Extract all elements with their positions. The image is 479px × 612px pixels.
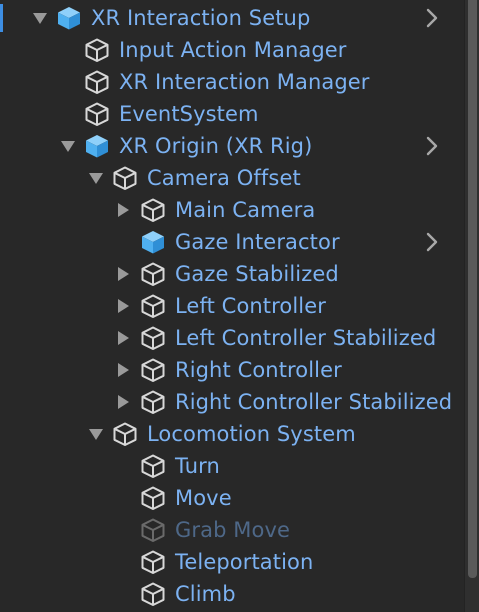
gameobject-cube-icon bbox=[112, 165, 138, 191]
hierarchy-item-label: XR Interaction Setup bbox=[91, 6, 311, 30]
hierarchy-item[interactable]: Left Controller bbox=[0, 290, 466, 322]
gameobject-cube-icon bbox=[140, 549, 166, 575]
hierarchy-item[interactable]: Locomotion System bbox=[0, 418, 466, 450]
vertical-scrollbar[interactable] bbox=[464, 0, 479, 612]
open-prefab-chevron-icon[interactable] bbox=[420, 230, 444, 254]
gameobject-cube-icon bbox=[140, 325, 166, 351]
hierarchy-item[interactable]: Gaze Interactor bbox=[0, 226, 466, 258]
hierarchy-item[interactable]: Right Controller Stabilized bbox=[0, 386, 466, 418]
hierarchy-item-label: Camera Offset bbox=[147, 166, 301, 190]
hierarchy-item-label: Teleportation bbox=[175, 550, 314, 574]
hierarchy-item[interactable]: XR Interaction Setup bbox=[0, 2, 466, 34]
hierarchy-panel: XR Interaction Setup Input Action Manager… bbox=[0, 0, 479, 612]
hierarchy-item-label: Left Controller bbox=[175, 294, 326, 318]
hierarchy-item[interactable]: Right Controller bbox=[0, 354, 466, 386]
gameobject-cube-icon bbox=[140, 357, 166, 383]
foldout-collapsed-arrow-icon[interactable] bbox=[118, 363, 129, 377]
foldout-expanded-arrow-icon[interactable] bbox=[61, 141, 75, 152]
open-prefab-chevron-icon[interactable] bbox=[420, 6, 444, 30]
gameobject-cube-icon bbox=[140, 453, 166, 479]
gameobject-cube-icon bbox=[140, 485, 166, 511]
open-prefab-chevron-icon[interactable] bbox=[420, 134, 444, 158]
gameobject-cube-icon bbox=[140, 261, 166, 287]
hierarchy-item-label: Right Controller bbox=[175, 358, 342, 382]
hierarchy-item[interactable]: Main Camera bbox=[0, 194, 466, 226]
hierarchy-item-label: Gaze Stabilized bbox=[175, 262, 339, 286]
foldout-expanded-arrow-icon[interactable] bbox=[89, 173, 103, 184]
hierarchy-item-label: Left Controller Stabilized bbox=[175, 326, 437, 350]
hierarchy-item[interactable]: XR Interaction Manager bbox=[0, 66, 466, 98]
gameobject-cube-icon bbox=[84, 101, 110, 127]
hierarchy-item-label: XR Interaction Manager bbox=[119, 70, 370, 94]
foldout-expanded-arrow-icon[interactable] bbox=[89, 429, 103, 440]
scrollbar-thumb[interactable] bbox=[468, 0, 477, 578]
hierarchy-item[interactable]: Camera Offset bbox=[0, 162, 466, 194]
gameobject-cube-icon bbox=[140, 581, 166, 607]
hierarchy-item[interactable]: XR Origin (XR Rig) bbox=[0, 130, 466, 162]
gameobject-cube-icon bbox=[140, 197, 166, 223]
gameobject-cube-icon bbox=[112, 421, 138, 447]
hierarchy-item[interactable]: Left Controller Stabilized bbox=[0, 322, 466, 354]
gameobject-cube-icon bbox=[140, 389, 166, 415]
hierarchy-item[interactable]: Turn bbox=[0, 450, 466, 482]
foldout-collapsed-arrow-icon[interactable] bbox=[118, 299, 129, 313]
hierarchy-item[interactable]: Climb bbox=[0, 578, 466, 610]
hierarchy-item-label: Main Camera bbox=[175, 198, 316, 222]
hierarchy-item[interactable]: Input Action Manager bbox=[0, 34, 466, 66]
hierarchy-item-label: Move bbox=[175, 486, 232, 510]
foldout-expanded-arrow-icon[interactable] bbox=[33, 13, 47, 24]
hierarchy-item-label: Climb bbox=[175, 582, 236, 606]
foldout-collapsed-arrow-icon[interactable] bbox=[118, 267, 129, 281]
hierarchy-item-label: Turn bbox=[175, 454, 220, 478]
prefab-cube-icon bbox=[56, 5, 82, 31]
hierarchy-item-label: XR Origin (XR Rig) bbox=[119, 134, 313, 158]
gameobject-cube-icon bbox=[84, 69, 110, 95]
hierarchy-item[interactable]: Move bbox=[0, 482, 466, 514]
hierarchy-item-label: Grab Move bbox=[175, 518, 290, 542]
hierarchy-item[interactable]: EventSystem bbox=[0, 98, 466, 130]
foldout-collapsed-arrow-icon[interactable] bbox=[118, 203, 129, 217]
gameobject-cube-icon bbox=[140, 293, 166, 319]
gameobject-cube-icon bbox=[140, 517, 166, 543]
hierarchy-item-label: Gaze Interactor bbox=[175, 230, 340, 254]
hierarchy-item[interactable]: Teleportation bbox=[0, 546, 466, 578]
hierarchy-item[interactable]: Grab Move bbox=[0, 514, 466, 546]
gameobject-cube-icon bbox=[84, 37, 110, 63]
foldout-collapsed-arrow-icon[interactable] bbox=[118, 395, 129, 409]
hierarchy-item-label: Input Action Manager bbox=[119, 38, 347, 62]
prefab-cube-icon bbox=[84, 133, 110, 159]
hierarchy-item-label: EventSystem bbox=[119, 102, 259, 126]
prefab-cube-icon bbox=[140, 229, 166, 255]
foldout-collapsed-arrow-icon[interactable] bbox=[118, 331, 129, 345]
hierarchy-item-label: Locomotion System bbox=[147, 422, 356, 446]
hierarchy-item[interactable]: Gaze Stabilized bbox=[0, 258, 466, 290]
hierarchy-item-label: Right Controller Stabilized bbox=[175, 390, 453, 414]
